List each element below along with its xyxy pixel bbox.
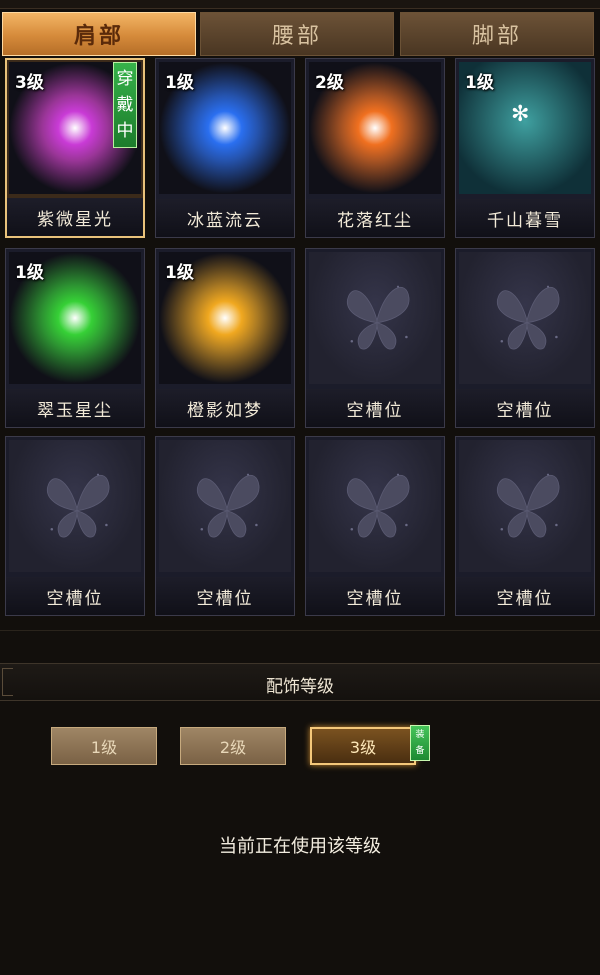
- butterfly-placeholder-icon: [347, 285, 410, 350]
- level-badge: 3级: [15, 73, 44, 93]
- level-3-button[interactable]: 3级 装备: [310, 725, 430, 765]
- accessory-card[interactable]: 1级橙影如梦: [155, 248, 295, 428]
- accessory-name: 空槽位: [306, 389, 444, 427]
- accessory-name: 翠玉星尘: [6, 389, 144, 427]
- accessory-card[interactable]: 1级冰蓝流云: [155, 58, 295, 238]
- level-badge: 1级: [165, 73, 194, 93]
- butterfly-placeholder-icon: [497, 473, 560, 538]
- empty-slot-thumb: [159, 440, 291, 572]
- empty-slot[interactable]: 空槽位: [455, 248, 595, 428]
- accessory-thumb: 2级: [309, 62, 441, 194]
- empty-slot[interactable]: 空槽位: [155, 436, 295, 616]
- level-2-button[interactable]: 2级: [180, 727, 286, 765]
- accessory-name: 千山暮雪: [456, 199, 594, 237]
- accessory-card[interactable]: 3级 穿戴中紫微星光: [5, 58, 145, 238]
- accessory-card[interactable]: ✻ 1级千山暮雪: [455, 58, 595, 238]
- accessory-name: 橙影如梦: [156, 389, 294, 427]
- tab-waist[interactable]: 腰部: [200, 12, 394, 56]
- accessory-thumb: 1级: [159, 62, 291, 194]
- empty-slot[interactable]: 空槽位: [305, 436, 445, 616]
- empty-slot-thumb: [9, 440, 141, 572]
- empty-slot[interactable]: 空槽位: [5, 436, 145, 616]
- accessory-card[interactable]: 2级花落红尘: [305, 58, 445, 238]
- accessory-name: 空槽位: [6, 577, 144, 615]
- empty-slot[interactable]: 空槽位: [455, 436, 595, 616]
- accessory-name: 冰蓝流云: [156, 199, 294, 237]
- accessory-name: 花落红尘: [306, 199, 444, 237]
- accessory-card[interactable]: 1级翠玉星尘: [5, 248, 145, 428]
- status-text: 当前正在使用该等级: [219, 836, 381, 857]
- equip-tag: 装备: [410, 725, 430, 761]
- butterfly-placeholder-icon: [197, 473, 260, 538]
- empty-slot-thumb: [459, 252, 591, 384]
- butterfly-placeholder-icon: [497, 285, 560, 350]
- tab-feet[interactable]: 脚部: [400, 12, 594, 56]
- butterfly-placeholder-icon: [47, 473, 110, 538]
- top-border: [0, 0, 600, 9]
- accessory-name: 紫微星光: [7, 198, 143, 236]
- empty-slot-thumb: [459, 440, 591, 572]
- butterfly-placeholder-icon: [347, 473, 410, 538]
- accessory-thumb: ✻ 1级: [459, 62, 591, 194]
- level-badge: 1级: [165, 263, 194, 283]
- accessory-name: 空槽位: [156, 577, 294, 615]
- empty-slot-thumb: [309, 252, 441, 384]
- accessory-thumb: 1级: [159, 252, 291, 384]
- section-title: 配饰等级: [266, 677, 334, 697]
- empty-slot-thumb: [309, 440, 441, 572]
- accessory-name: 空槽位: [456, 389, 594, 427]
- level-badge: 1级: [465, 73, 494, 93]
- accessory-name: 空槽位: [456, 577, 594, 615]
- level-badge: 2级: [315, 73, 344, 93]
- snowflake-icon: ✻: [511, 102, 530, 127]
- tab-shoulder[interactable]: 肩部: [2, 12, 196, 56]
- wearing-badge: 穿戴中: [113, 62, 137, 148]
- accessory-thumb: 1级: [9, 252, 141, 384]
- accessory-level-header: 配饰等级: [0, 663, 600, 701]
- accessory-name: 空槽位: [306, 577, 444, 615]
- level-3-label: 3级: [349, 738, 377, 757]
- slot-tabs: 肩部 腰部 脚部: [0, 12, 600, 60]
- empty-slot[interactable]: 空槽位: [305, 248, 445, 428]
- level-1-button[interactable]: 1级: [51, 727, 157, 765]
- accessory-thumb: 3级 穿戴中: [9, 62, 141, 194]
- level-badge: 1级: [15, 263, 44, 283]
- divider: [0, 630, 600, 631]
